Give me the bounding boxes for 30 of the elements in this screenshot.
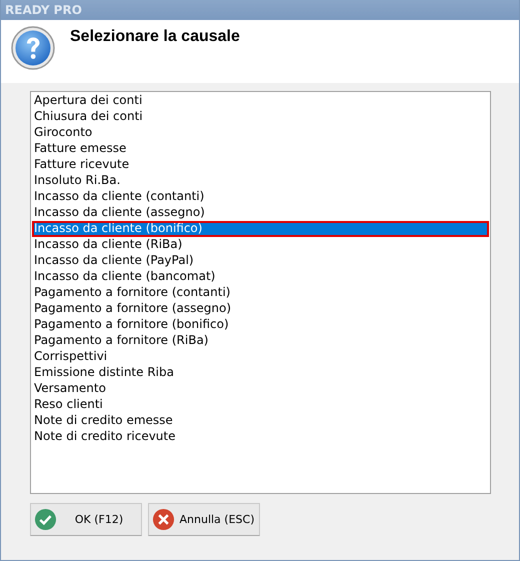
list-item[interactable]: Versamento [32,381,489,397]
check-icon [34,508,57,531]
question-icon [10,25,56,71]
cancel-button[interactable]: Annulla (ESC) [148,503,260,536]
list-item[interactable]: Fatture ricevute [32,157,489,173]
list-item[interactable]: Corrispettivi [32,349,489,365]
list-item[interactable]: Incasso da cliente (RiBa) [32,237,489,253]
list-item[interactable]: Emissione distinte Riba [32,365,489,381]
list-item[interactable]: Pagamento a fornitore (contanti) [32,285,489,301]
list-item[interactable]: Pagamento a fornitore (assegno) [32,301,489,317]
list-item[interactable]: Incasso da cliente (bancomat) [32,269,489,285]
list-box[interactable] [30,91,491,494]
list-item[interactable]: Insoluto Ri.Ba. [32,173,489,189]
list-item[interactable]: Pagamento a fornitore (bonifico) [32,317,489,333]
list-item[interactable]: Incasso da cliente (PayPal) [32,253,489,269]
list-item[interactable]: Fatture emesse [32,141,489,157]
dialog-heading: Selezionare la causale [70,28,240,46]
list-item[interactable]: Giroconto [32,125,489,141]
list-item[interactable]: Apertura dei conti [32,93,489,109]
close-icon [152,508,175,531]
list-item[interactable]: Incasso da cliente (assegno) [32,205,489,221]
list-item[interactable]: Note di credito ricevute [32,429,489,445]
list-item[interactable]: Reso clienti [32,397,489,413]
ok-button[interactable]: OK (F12) [30,503,142,536]
list-item[interactable]: Pagamento a fornitore (RiBa) [32,333,489,349]
list-item[interactable]: Note di credito emesse [32,413,489,429]
window-title: READY PRO [5,3,82,17]
list-item[interactable]: Incasso da cliente (bonifico) [32,221,489,237]
list-item[interactable]: Incasso da cliente (contanti) [32,189,489,205]
list-item[interactable]: Chiusura dei conti [32,109,489,125]
